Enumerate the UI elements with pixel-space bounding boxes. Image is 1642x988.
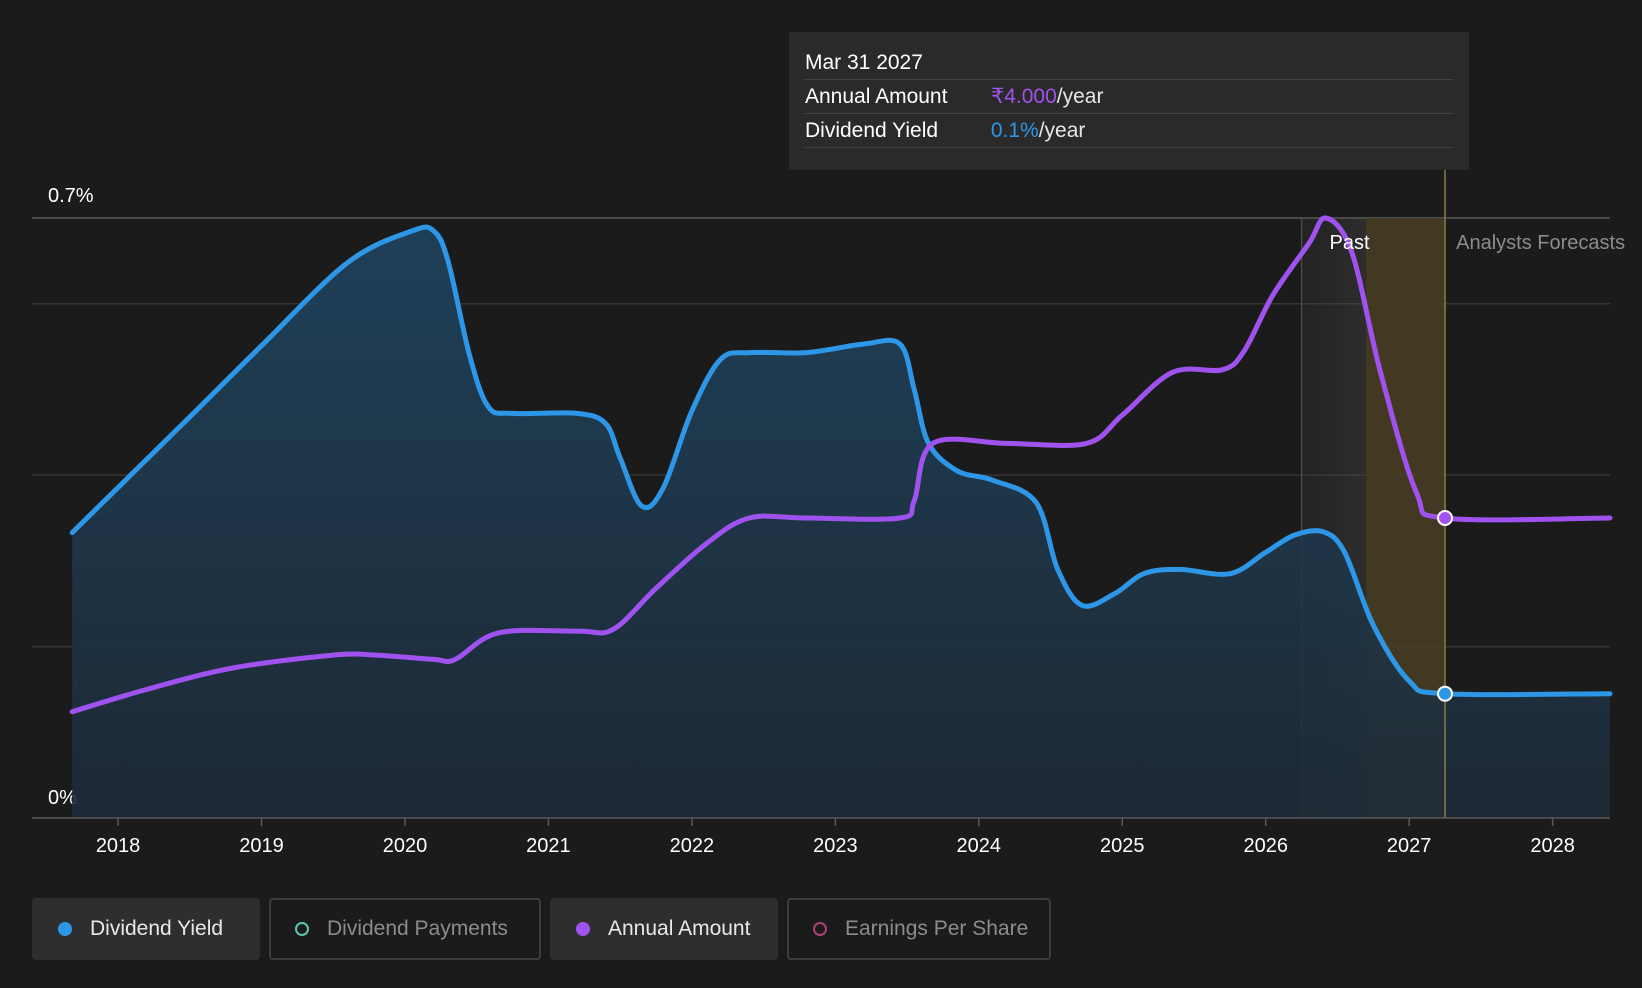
tooltip-row-dividend-yield: Dividend Yield 0.1%/year: [805, 114, 1453, 148]
x-tick-label: 2019: [239, 835, 284, 857]
data-point-marker: [1437, 510, 1454, 526]
y-tick-label: 0.7%: [48, 185, 94, 207]
forecast-label: Analysts Forecasts: [1456, 232, 1625, 254]
tooltip-date: Mar 31 2027: [805, 46, 1453, 80]
legend-dot-icon: [813, 922, 827, 936]
tooltip-unit: /year: [1056, 85, 1104, 108]
legend-dot-icon: [58, 922, 72, 936]
tooltip-value: ₹4.000: [990, 85, 1057, 108]
x-tick-label: 2027: [1387, 835, 1432, 857]
past-label: Past: [1330, 232, 1370, 254]
legend-label: Annual Amount: [608, 917, 751, 940]
legend-dot-icon: [576, 922, 590, 936]
x-tick-label: 2021: [526, 835, 571, 857]
tooltip-label: Dividend Yield: [805, 119, 939, 142]
legend-dividend-yield-button[interactable]: Dividend Yield: [32, 898, 260, 960]
chart-tooltip: Mar 31 2027 Annual Amount ₹4.000/year Di…: [789, 32, 1469, 170]
legend-label: Dividend Payments: [327, 917, 508, 940]
tooltip-row-annual-amount: Annual Amount ₹4.000/year: [805, 80, 1453, 114]
legend-label: Dividend Yield: [90, 917, 224, 940]
data-point-marker: [1437, 685, 1454, 702]
x-tick-label: 2018: [96, 835, 141, 857]
x-tick-label: 2028: [1530, 835, 1575, 857]
legend-label: Earnings Per Share: [845, 917, 1029, 940]
x-tick-label: 2022: [670, 835, 715, 857]
tooltip-unit: /year: [1038, 119, 1086, 142]
x-tick-label: 2024: [957, 835, 1002, 857]
legend-dot-icon: [295, 922, 309, 936]
legend-annual-amount-button[interactable]: Annual Amount: [550, 898, 778, 960]
x-tick-label: 2020: [383, 835, 428, 857]
x-tick-label: 2026: [1243, 835, 1288, 857]
x-axis: 2018 2019 2020 2021 2022 2023 2024 2025 2026 2027…: [32, 817, 1610, 857]
legend-dividend-payments-button[interactable]: Dividend Payments: [269, 898, 541, 960]
x-tick-label: 2023: [813, 835, 858, 857]
tooltip-value: 0.1%: [990, 119, 1039, 142]
tooltip-date-text: Mar 31 2027: [805, 51, 923, 74]
legend-earnings-per-share-button[interactable]: Earnings Per Share: [787, 898, 1051, 960]
tooltip-label: Annual Amount: [805, 85, 948, 108]
x-tick-label: 2025: [1100, 835, 1145, 857]
